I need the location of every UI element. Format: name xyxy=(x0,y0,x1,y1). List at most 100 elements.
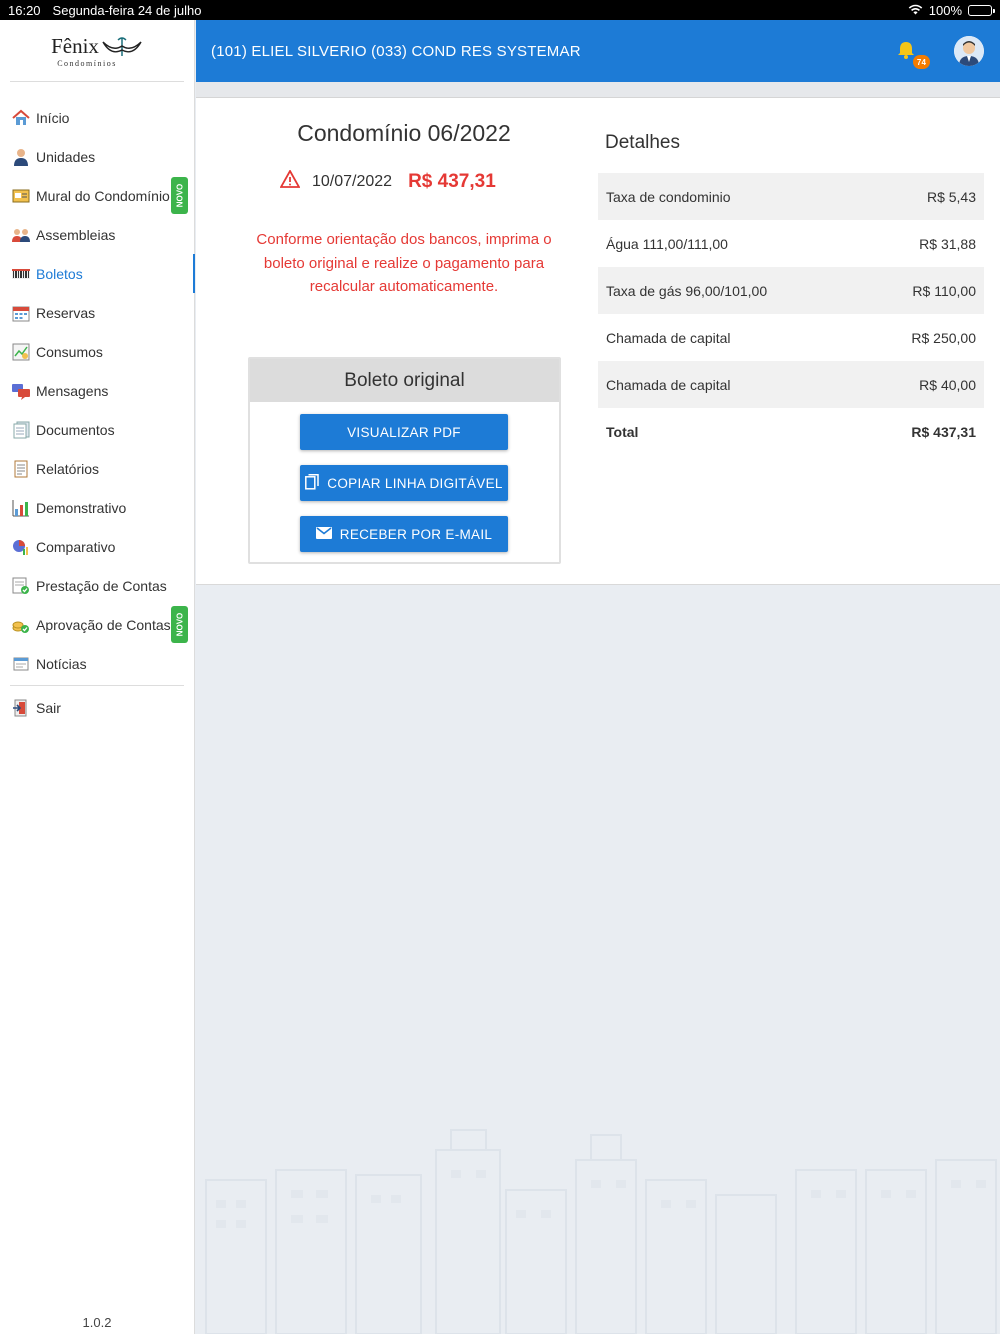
sidebar-item-demonstrativo[interactable]: Demonstrativo xyxy=(0,488,194,527)
notification-badge: 74 xyxy=(913,55,930,69)
barcode-icon xyxy=(11,264,31,284)
sidebar-item-mensagens[interactable]: Mensagens xyxy=(0,371,194,410)
sidebar-item-label: Prestação de Contas xyxy=(36,577,167,594)
news-icon xyxy=(11,654,31,674)
sidebar-item-label: Notícias xyxy=(36,655,87,672)
sidebar-item-consumos[interactable]: Consumos xyxy=(0,332,194,371)
chat-icon xyxy=(11,381,31,401)
row-value: R$ 5,43 xyxy=(926,188,976,205)
pie-chart-icon xyxy=(11,537,31,557)
people-icon xyxy=(11,225,31,245)
new-badge: NOVO xyxy=(171,606,188,643)
battery-percent: 100% xyxy=(928,2,962,18)
phoenix-icon xyxy=(102,37,142,56)
row-value: R$ 250,00 xyxy=(911,329,976,346)
details-table: Taxa de condominio R$ 5,43 Água 111,00/11… xyxy=(598,173,984,455)
table-row: Chamada de capital R$ 250,00 xyxy=(598,314,984,361)
total-label: Total xyxy=(606,423,639,440)
sidebar-item-relatorios[interactable]: Relatórios xyxy=(0,449,194,488)
board-icon xyxy=(11,186,31,206)
copy-line-button[interactable]: COPIAR LINHA DIGITÁVEL xyxy=(300,465,508,501)
logout-icon xyxy=(11,698,31,718)
meter-icon xyxy=(11,342,31,362)
app-version: 1.0.2 xyxy=(82,1315,112,1330)
warning-icon xyxy=(279,169,301,193)
sidebar-nav: Início Unidades Mural do Condomínio NOVO… xyxy=(0,82,195,683)
sidebar-item-label: Reservas xyxy=(36,304,96,321)
calendar-icon xyxy=(11,303,31,323)
view-pdf-button[interactable]: VISUALIZAR PDF xyxy=(300,414,508,450)
logo-subtitle: Condomínios xyxy=(57,58,117,68)
boleto-original-box: Boleto original VISUALIZAR PDF COPIAR LI… xyxy=(248,357,561,564)
row-value: R$ 31,88 xyxy=(919,235,976,252)
sidebar-item-label: Relatórios xyxy=(36,460,100,477)
coins-icon xyxy=(11,615,31,635)
unit-title: (101) ELIEL SILVERIO (033) COND RES SYST… xyxy=(211,42,581,60)
row-value: R$ 40,00 xyxy=(919,376,976,393)
email-button[interactable]: RECEBER POR E-MAIL xyxy=(300,516,508,552)
boleto-box-title: Boleto original xyxy=(250,359,559,402)
sidebar-item-reservas[interactable]: Reservas xyxy=(0,293,194,332)
document-icon xyxy=(11,420,31,440)
sidebar-item-comparativo[interactable]: Comparativo xyxy=(0,527,194,566)
row-label: Chamada de capital xyxy=(606,329,731,346)
sidebar-item-label: Sair xyxy=(36,699,61,716)
total-value: R$ 437,31 xyxy=(911,423,976,440)
sidebar: Fênix Condomínios Início Unidades Mural … xyxy=(0,20,195,1334)
sidebar-item-label: Assembleias xyxy=(36,226,116,243)
app-header: (101) ELIEL SILVERIO (033) COND RES SYST… xyxy=(196,20,1000,82)
sidebar-divider xyxy=(10,685,184,686)
table-row: Água 111,00/111,00 R$ 31,88 xyxy=(598,220,984,267)
sidebar-item-label: Aprovação de Contas xyxy=(36,616,171,633)
table-row: Taxa de condominio R$ 5,43 xyxy=(598,173,984,220)
button-label: COPIAR LINHA DIGITÁVEL xyxy=(327,475,503,491)
header-subbar xyxy=(196,82,1000,98)
sidebar-item-label: Demonstrativo xyxy=(36,499,127,516)
mail-icon xyxy=(315,526,332,542)
button-label: RECEBER POR E-MAIL xyxy=(339,526,493,542)
bar-chart-icon xyxy=(11,498,31,518)
row-label: Água 111,00/111,00 xyxy=(606,235,728,252)
sidebar-item-unidades[interactable]: Unidades xyxy=(0,137,194,176)
sidebar-item-documentos[interactable]: Documentos xyxy=(0,410,194,449)
sidebar-item-label: Mural do Condomínio xyxy=(36,187,170,204)
sidebar-item-label: Comparativo xyxy=(36,538,116,555)
copy-icon xyxy=(305,473,320,493)
sidebar-item-mural[interactable]: Mural do Condomínio NOVO xyxy=(0,176,194,215)
sidebar-item-label: Boletos xyxy=(36,265,83,282)
sidebar-item-noticias[interactable]: Notícias xyxy=(0,644,194,683)
table-row: Chamada de capital R$ 40,00 xyxy=(598,361,984,408)
button-label: VISUALIZAR PDF xyxy=(347,424,461,440)
bank-warning: Conforme orientação dos bancos, imprima … xyxy=(256,231,552,295)
logo: Fênix Condomínios xyxy=(10,20,184,82)
city-skyline-illustration xyxy=(205,1129,997,1334)
house-icon xyxy=(11,108,31,128)
status-time: 16:20 xyxy=(8,2,41,18)
sidebar-item-aprovacao[interactable]: Aprovação de Contas NOVO xyxy=(0,605,194,644)
row-label: Taxa de gás 96,00/101,00 xyxy=(606,282,768,299)
sidebar-item-inicio[interactable]: Início xyxy=(0,98,194,137)
row-label: Taxa de condominio xyxy=(606,188,731,205)
wifi-icon xyxy=(908,3,923,18)
row-label: Chamada de capital xyxy=(606,376,731,393)
page-title: Condomínio 06/2022 xyxy=(297,120,511,146)
sidebar-item-label: Consumos xyxy=(36,343,103,360)
status-date: Segunda-feira 24 de julho xyxy=(52,2,202,18)
sidebar-item-assembleias[interactable]: Assembleias xyxy=(0,215,194,254)
sidebar-item-label: Unidades xyxy=(36,148,96,165)
sidebar-item-boletos[interactable]: Boletos xyxy=(0,254,195,293)
battery-icon xyxy=(968,4,995,16)
new-badge: NOVO xyxy=(171,177,188,214)
boleto-panel: Condomínio 06/2022 10/07/2022 R$ 437,31 … xyxy=(196,98,1000,585)
sidebar-item-prestacao[interactable]: Prestação de Contas xyxy=(0,566,194,605)
person-icon xyxy=(11,147,31,167)
sidebar-item-label: Documentos xyxy=(36,421,115,438)
boleto-amount: R$ 437,31 xyxy=(408,170,496,192)
sidebar-item-sair[interactable]: Sair xyxy=(0,688,194,727)
status-bar: 16:20 Segunda-feira 24 de julho 100% xyxy=(0,0,1000,20)
sidebar-item-label: Mensagens xyxy=(36,382,109,399)
table-row: Taxa de gás 96,00/101,00 R$ 110,00 xyxy=(598,267,984,314)
logo-name: Fênix xyxy=(51,33,99,58)
sidebar-item-label: Início xyxy=(36,109,70,126)
avatar[interactable] xyxy=(954,36,984,66)
